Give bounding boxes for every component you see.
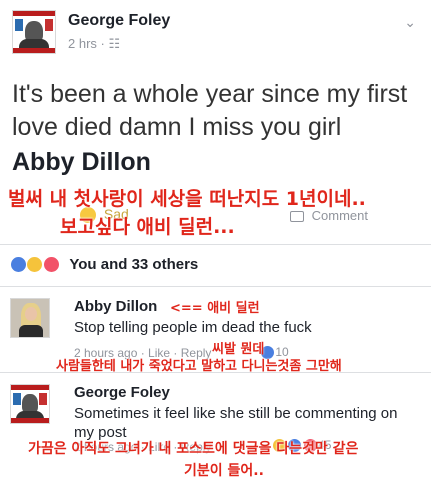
reactions-summary-text: You and 33 others bbox=[69, 256, 199, 274]
divider bbox=[0, 372, 431, 373]
korean-annotation-george1: 가끔은 아직도 그녀가 내 포스트에 댓글을 다는것만 같은 bbox=[28, 441, 359, 457]
post-header: George Foley 2 hrs · ☷ ⌄ bbox=[12, 8, 422, 58]
korean-annotation-arrow: <== 애비 딜런 bbox=[170, 301, 260, 316]
comment-icon bbox=[290, 211, 304, 223]
author-avatar[interactable] bbox=[12, 10, 56, 54]
commenter-avatar[interactable] bbox=[10, 384, 50, 424]
korean-caption-line1: 벌써 내 첫사랑이 세상을 떠난지도 1년이네.. bbox=[8, 188, 366, 210]
post-meta: 2 hrs · ☷ bbox=[68, 36, 120, 52]
chevron-down-icon[interactable]: ⌄ bbox=[404, 14, 416, 31]
friends-icon: ☷ bbox=[108, 36, 121, 51]
commenter-avatar[interactable] bbox=[10, 298, 50, 338]
post-time[interactable]: 2 hrs bbox=[68, 36, 97, 51]
facebook-post-screenshot: George Foley 2 hrs · ☷ ⌄ It's been a who… bbox=[0, 0, 431, 481]
divider bbox=[0, 244, 431, 245]
comment-author[interactable]: Abby Dillon bbox=[74, 298, 157, 315]
love-reaction-icon bbox=[42, 256, 60, 274]
post-tagged-name[interactable]: Abby Dillon bbox=[12, 148, 151, 177]
post-body-text: It's been a whole year since my first lo… bbox=[12, 80, 408, 141]
sad-reaction-icon bbox=[26, 256, 44, 274]
comment-text: Stop telling people im dead the fuck bbox=[74, 319, 312, 336]
like-reaction-icon bbox=[10, 256, 27, 274]
korean-annotation-george2: 기분이 들어.. bbox=[184, 463, 264, 479]
comment-author[interactable]: George Foley bbox=[74, 384, 170, 401]
post-author-name[interactable]: George Foley bbox=[68, 12, 170, 30]
divider bbox=[0, 286, 431, 287]
korean-caption-line2: 보고싶다 애비 딜런... bbox=[60, 216, 235, 238]
comment-text: Sometimes it feel like she still be comm… bbox=[74, 405, 398, 441]
reactions-summary[interactable]: You and 33 others bbox=[10, 256, 198, 276]
